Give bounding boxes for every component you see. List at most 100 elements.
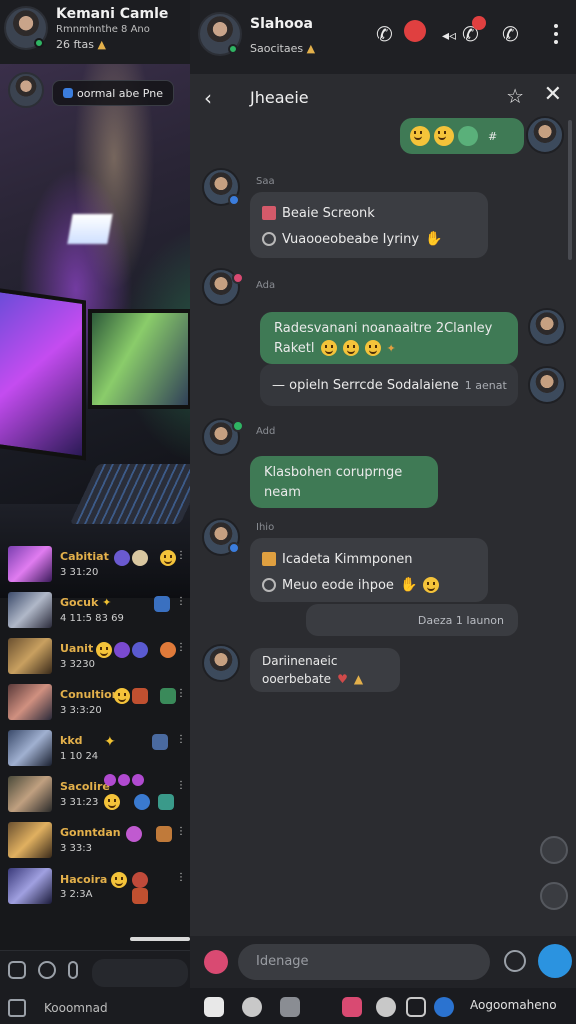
send-button[interactable] — [538, 944, 572, 978]
message-bubble[interactable]: Beaie Screonk Vuaooeobeabe Iyriny ✋ — [250, 192, 488, 258]
message-text: Klasbohen coruprnge — [264, 464, 403, 480]
sparkle-icon: ✦ — [386, 341, 396, 355]
browser-icon[interactable] — [434, 997, 454, 1017]
mic-icon[interactable] — [68, 961, 78, 979]
bottom-toolbar: Aogoomaheno — [190, 988, 576, 1024]
app-icon — [154, 596, 170, 612]
attachment-fab[interactable] — [540, 836, 568, 864]
left-bottom-bar: Kooomnad — [0, 950, 190, 1024]
message-bubble[interactable]: Icadeta Kimmponen Meuo eode ihpoe ✋ — [250, 538, 488, 602]
sparkle-icon: ✦ — [102, 596, 112, 609]
list-item[interactable]: Gonntdan 3 33:3 ⋮ — [0, 816, 190, 862]
share-icon[interactable] — [376, 997, 396, 1017]
more-options-icon[interactable] — [554, 24, 558, 44]
sender-badge — [232, 272, 244, 284]
emoji-row: # — [410, 126, 514, 146]
record-icon[interactable] — [204, 950, 228, 974]
alert-icon[interactable] — [404, 20, 426, 42]
more-icon[interactable]: ⋮ — [176, 597, 186, 607]
app-icon — [160, 688, 176, 704]
left-panel: Kemani Camle Rmnmhnthe 8 Ano 26 ftas ▲ o… — [0, 0, 190, 1024]
more-icon[interactable]: ⋮ — [176, 781, 186, 791]
chat-header: Slahooa Saocitaes ▲ ✆ ◂◃ ✆ ✆ — [190, 0, 576, 74]
chat-panel: Slahooa Saocitaes ▲ ✆ ◂◃ ✆ ✆ ‹ Jheaeie ☆… — [190, 0, 576, 1024]
toolbar-text: Aogoomaheno — [470, 998, 557, 1012]
settings-icon[interactable] — [8, 961, 26, 979]
sender-avatar[interactable] — [202, 644, 240, 682]
game-title-text: Hacoira — [60, 873, 108, 886]
gift-icon[interactable] — [342, 997, 362, 1017]
left-search-field[interactable] — [92, 959, 188, 987]
list-item[interactable]: Conultion 3 3:3:20 ⋮ — [0, 678, 190, 724]
message-line: Vuaooeobeabe Iyriny ✋ — [262, 226, 476, 252]
message-meta-bubble[interactable]: — opieln Serrcde Sodalaiene 1 aenat — [260, 364, 518, 406]
message-bubble[interactable]: Radesvanani noanaaitre 2Clanley Raketl ✦ — [260, 312, 518, 364]
more-icon[interactable]: ⋮ — [176, 551, 186, 561]
voice-call-icon[interactable]: ◂◃ — [442, 28, 456, 44]
message-bubble[interactable]: Klasbohen coruprnge neam — [250, 456, 438, 508]
message-text: Meuo eode ihpoe — [282, 577, 394, 593]
list-item[interactable]: Sacolire 3 31:23 ⋮ — [0, 770, 190, 816]
image-icon[interactable] — [280, 997, 300, 1017]
game-scene-image — [0, 64, 190, 598]
clock-icon[interactable] — [38, 961, 56, 979]
call-icon[interactable]: ✆ — [376, 22, 393, 46]
scroll-indicator[interactable] — [130, 937, 190, 941]
chevron-left-icon[interactable]: ‹ — [204, 86, 212, 110]
game-icons — [96, 642, 176, 658]
list-item[interactable]: kkd 1 10 24 ✦ ⋮ — [0, 724, 190, 770]
star-icon[interactable]: ☆ — [506, 84, 524, 108]
close-icon[interactable]: ✕ — [544, 82, 562, 107]
game-icons-2 — [132, 888, 148, 904]
hand-icon: ✋ — [399, 577, 418, 593]
app-icon — [158, 794, 174, 810]
more-icon[interactable]: ⋮ — [176, 643, 186, 653]
game-title: kkd — [60, 734, 83, 747]
list-item[interactable]: Hacoira 3 2:3A ⋮ — [0, 862, 190, 908]
clock-icon — [262, 578, 276, 592]
emoji-reaction-bubble[interactable]: # — [400, 118, 524, 154]
keyboard — [70, 464, 190, 524]
sender-badge — [228, 194, 240, 206]
more-icon[interactable]: ⋮ — [176, 735, 186, 745]
game-thumbnail — [8, 592, 52, 628]
message-line: Dariinenaeic — [262, 652, 388, 670]
self-avatar[interactable] — [526, 116, 564, 154]
emoji-picker-icon[interactable] — [504, 950, 526, 972]
app-icon — [156, 826, 172, 842]
more-icon[interactable]: ⋮ — [176, 689, 186, 699]
list-item[interactable]: Cabitiat 3 31:20 ⋮ — [0, 540, 190, 586]
more-icon[interactable]: ⋮ — [176, 873, 186, 883]
game-list: Cabitiat 3 31:20 ⋮ Gocuk ✦ 4 11:5 83 69 … — [0, 540, 190, 908]
smile-emoji-icon — [114, 688, 130, 704]
message-input[interactable]: Idenage — [238, 944, 490, 980]
crop-icon[interactable] — [406, 997, 426, 1017]
message-line: ooerbebate ♥ ▲ — [262, 670, 388, 688]
recipient-avatar[interactable] — [528, 308, 566, 346]
app-root: Kemani Camle Rmnmhnthe 8 Ano 26 ftas ▲ o… — [0, 0, 576, 1024]
status-avatar[interactable] — [8, 72, 44, 108]
badge-icon — [104, 774, 116, 786]
list-item[interactable]: Uanit 3 3230 ⋮ — [0, 632, 190, 678]
profile-header[interactable]: Kemani Camle Rmnmhnthe 8 Ano 26 ftas ▲ — [0, 0, 190, 64]
message-line: Radesvanani noanaaitre 2Clanley — [274, 318, 504, 338]
app-icon — [134, 794, 150, 810]
phone-icon[interactable]: ✆ — [502, 22, 519, 46]
message-input-placeholder: Idenage — [256, 954, 309, 969]
message-line: Icadeta Kimmponen — [262, 546, 476, 572]
more-icon[interactable]: ⋮ — [176, 827, 186, 837]
heart-icon: ♥ — [337, 672, 348, 686]
sender-badge — [232, 420, 244, 432]
game-icons: ✦ — [104, 734, 168, 750]
status-pill[interactable]: oormal abe Pne — [52, 80, 174, 106]
home-icon[interactable] — [204, 997, 224, 1017]
recipient-avatar[interactable] — [528, 366, 566, 404]
camera-icon[interactable] — [242, 997, 262, 1017]
list-item[interactable]: Gocuk ✦ 4 11:5 83 69 ⋮ — [0, 586, 190, 632]
profile-sub-text: 26 ftas — [56, 38, 94, 51]
settings-fab[interactable] — [540, 882, 568, 910]
menu-icon[interactable] — [8, 999, 26, 1017]
chat-scrollbar[interactable] — [568, 120, 572, 260]
message-bubble[interactable]: Dariinenaeic ooerbebate ♥ ▲ — [250, 648, 400, 692]
game-title: Gonntdan — [60, 826, 121, 839]
